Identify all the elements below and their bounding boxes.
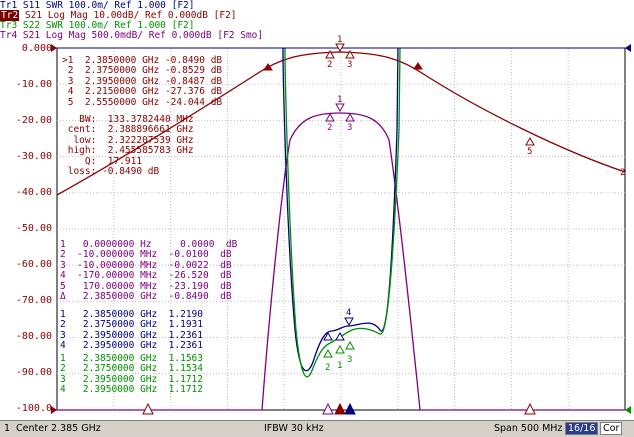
- channel-number[interactable]: 1: [4, 423, 10, 434]
- marker-tr4-3-label: 3: [347, 123, 352, 133]
- ref-arrow-tr1-right[interactable]: [625, 44, 631, 52]
- marker-readout-line: Δ 2.3850000 GHz -0.8490 dB: [60, 291, 232, 303]
- ref-arrow-bottom[interactable]: [51, 406, 57, 414]
- center-frequency[interactable]: Center 2.385 GHz: [16, 423, 101, 434]
- marker-readout-line: 5 2.5550000 GHz -24.044 dB: [62, 96, 223, 108]
- span[interactable]: Span 500 MHz: [494, 423, 562, 434]
- marker-table-tr3: 1 2.3850000 GHz 1.1563 2 2.3750000 GHz 1.…: [60, 353, 203, 396]
- marker-tr3-1-label: 1: [337, 361, 342, 371]
- ref-arrow-tr2[interactable]: [51, 44, 57, 52]
- marker-2-right-label: 2: [620, 168, 625, 178]
- ref-arrow-right-bottom[interactable]: [625, 406, 631, 414]
- bandwidth-table: BW: 133.3782440 MHz cent: 2.388896661 GH…: [62, 114, 194, 178]
- marker-tr3-3-label: 3: [347, 355, 352, 365]
- marker-1-label: 1: [337, 35, 342, 45]
- marker-tr4-2-label: 2: [327, 123, 332, 133]
- vna-screen: Tr1 S11 SWR 100.0m/ Ref 1.000 [F2] Tr2 S…: [0, 0, 634, 437]
- marker-2-label: 2: [327, 60, 332, 70]
- marker-3-label: 3: [347, 60, 352, 70]
- marker-tr1-4-label: 4: [346, 308, 351, 318]
- marker-readout-line: 4 2.3950000 GHz 1.1712: [60, 384, 203, 396]
- marker-readout-line: loss: -0.8490 dB: [62, 166, 160, 178]
- marker-readout-line: 4 2.3950000 GHz 1.2361: [60, 340, 203, 352]
- marker-tr4-1-label: 1: [337, 95, 342, 105]
- marker-5-label: 5: [527, 147, 532, 157]
- marker-tr3-2-label: 2: [325, 363, 330, 373]
- marker-table-tr2: >1 2.3850000 GHz -0.8490 dB 2 2.3750000 …: [62, 55, 223, 108]
- sweep-points: 16/16: [565, 422, 599, 435]
- ifbw[interactable]: IFBW 30 kHz: [264, 423, 324, 434]
- status-bar: 1 Center 2.385 GHz IFBW 30 kHz Span 500 …: [0, 420, 634, 437]
- correction-indicator: Cor: [600, 422, 623, 435]
- marker-table-tr1: 1 2.3850000 GHz 1.2190 2 2.3750000 GHz 1.…: [60, 309, 203, 352]
- marker-table-tr4: 1 0.0000000 Hz 0.0000 dB 2 -10.000000 MHz…: [60, 239, 237, 303]
